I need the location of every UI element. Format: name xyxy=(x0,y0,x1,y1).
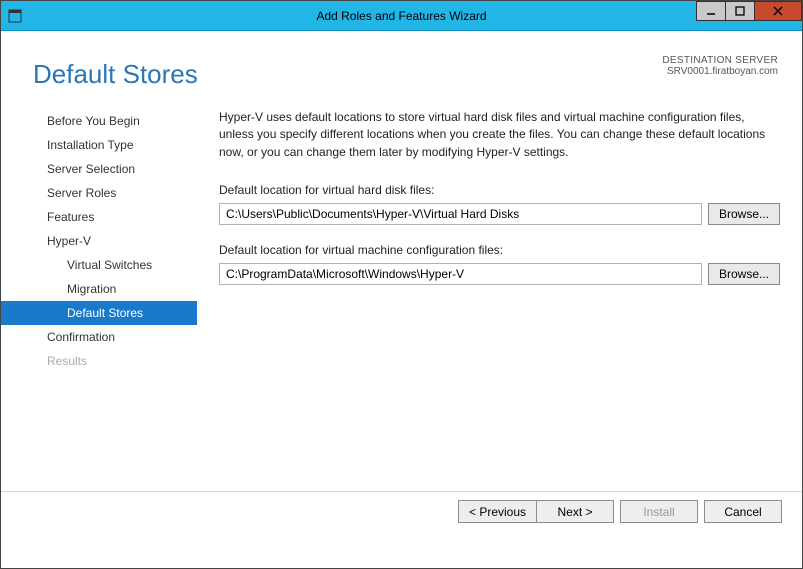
nav-item-label: Installation Type xyxy=(47,138,134,152)
nav-item-label: Confirmation xyxy=(47,330,115,344)
nav-item-server-roles[interactable]: Server Roles xyxy=(1,181,197,205)
nav-item-features[interactable]: Features xyxy=(1,205,197,229)
vmconfig-browse-button[interactable]: Browse... xyxy=(708,263,780,285)
previous-button[interactable]: < Previous xyxy=(458,500,536,523)
wizard-body: Default Stores DESTINATION SERVER SRV000… xyxy=(1,31,802,531)
nav-item-label: Virtual Switches xyxy=(67,258,152,272)
titlebar: Add Roles and Features Wizard xyxy=(1,1,802,31)
vhd-location-input[interactable] xyxy=(219,203,702,225)
nav-item-results: Results xyxy=(1,349,197,373)
maximize-button[interactable] xyxy=(725,1,755,21)
destination-server-name: SRV0001.firatboyan.com xyxy=(662,66,778,77)
cancel-button[interactable]: Cancel xyxy=(704,500,782,523)
vhd-location-label: Default location for virtual hard disk f… xyxy=(219,183,780,197)
close-button[interactable] xyxy=(754,1,802,21)
nav-item-label: Results xyxy=(47,354,87,368)
minimize-button[interactable] xyxy=(696,1,726,21)
nav-item-label: Hyper-V xyxy=(47,234,91,248)
vmconfig-location-input[interactable] xyxy=(219,263,702,285)
nav-item-label: Server Selection xyxy=(47,162,135,176)
vmconfig-location-group: Default location for virtual machine con… xyxy=(219,243,780,285)
wizard-footer: < Previous Next > Install Cancel xyxy=(1,491,802,531)
page-description: Hyper-V uses default locations to store … xyxy=(219,109,780,161)
nav-item-label: Before You Begin xyxy=(47,114,140,128)
page-title: Default Stores xyxy=(33,59,198,90)
nav-item-default-stores[interactable]: Default Stores xyxy=(1,301,197,325)
system-menu-icon[interactable] xyxy=(1,9,29,23)
nav-item-installation-type[interactable]: Installation Type xyxy=(1,133,197,157)
wizard-nav: Before You Begin Installation Type Server … xyxy=(1,109,197,373)
nav-item-virtual-switches[interactable]: Virtual Switches xyxy=(1,253,197,277)
nav-item-before-you-begin[interactable]: Before You Begin xyxy=(1,109,197,133)
window-title: Add Roles and Features Wizard xyxy=(316,9,486,23)
vmconfig-location-label: Default location for virtual machine con… xyxy=(219,243,780,257)
install-button: Install xyxy=(620,500,698,523)
vhd-browse-button[interactable]: Browse... xyxy=(708,203,780,225)
nav-item-label: Default Stores xyxy=(67,306,143,320)
destination-server-heading: DESTINATION SERVER xyxy=(662,55,778,66)
nav-item-confirmation[interactable]: Confirmation xyxy=(1,325,197,349)
nav-item-label: Features xyxy=(47,210,94,224)
nav-item-label: Migration xyxy=(67,282,116,296)
nav-item-server-selection[interactable]: Server Selection xyxy=(1,157,197,181)
next-button[interactable]: Next > xyxy=(536,500,614,523)
nav-item-label: Server Roles xyxy=(47,186,116,200)
nav-item-hyper-v[interactable]: Hyper-V xyxy=(1,229,197,253)
vhd-location-group: Default location for virtual hard disk f… xyxy=(219,183,780,225)
destination-server-block: DESTINATION SERVER SRV0001.firatboyan.co… xyxy=(662,55,778,77)
main-panel: Hyper-V uses default locations to store … xyxy=(219,109,780,303)
nav-item-migration[interactable]: Migration xyxy=(1,277,197,301)
